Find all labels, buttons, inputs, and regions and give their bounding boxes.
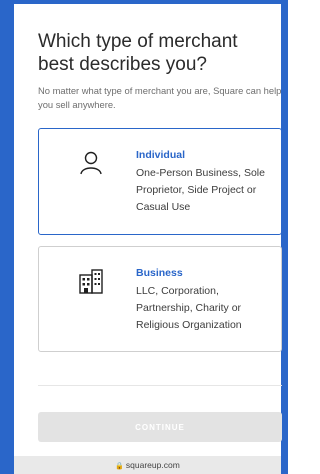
window-frame-left <box>0 0 14 474</box>
url-text: squareup.com <box>125 460 180 470</box>
divider <box>38 385 282 386</box>
option-card-business[interactable]: Business LLC, Corporation, Partnership, … <box>38 246 282 352</box>
page-subtitle: No matter what type of merchant you are,… <box>38 85 282 110</box>
option-title: Business <box>136 267 183 279</box>
option-card-individual[interactable]: Individual One-Person Business, Sole Pro… <box>38 128 282 235</box>
option-title: Individual <box>136 149 186 161</box>
page-title: Which type of merchant best describes yo… <box>38 31 238 75</box>
window-frame-right <box>281 0 288 474</box>
browser-url-bar[interactable]: 🔒 squareup.com <box>14 456 281 474</box>
building-icon <box>79 267 103 295</box>
person-icon <box>79 149 103 177</box>
merchant-type-form: Which type of merchant best describes yo… <box>14 4 282 456</box>
option-description: One-Person Business, Sole Proprietor, Si… <box>136 167 265 213</box>
continue-button[interactable]: CONTINUE <box>38 412 282 442</box>
lock-icon: 🔒 <box>115 463 124 470</box>
option-description: LLC, Corporation, Partnership, Charity o… <box>136 285 242 331</box>
